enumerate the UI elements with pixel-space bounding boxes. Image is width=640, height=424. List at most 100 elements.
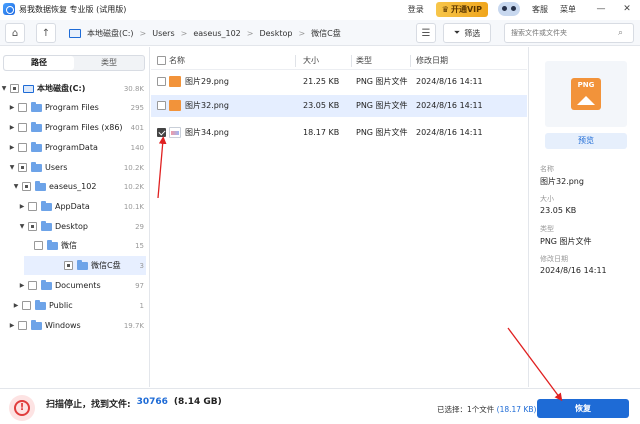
modified-value: 2024/8/16 14:11	[540, 266, 607, 275]
chevron-right-icon[interactable]: ▶	[18, 203, 26, 210]
breadcrumb-item[interactable]: Desktop	[259, 29, 292, 38]
tree-item[interactable]: ▶ Documents 97	[0, 276, 150, 295]
customer-service-link[interactable]: 客服	[532, 4, 548, 15]
chevron-right-icon[interactable]: ▶	[8, 124, 16, 131]
chevron-down-icon[interactable]: ▼	[12, 183, 20, 190]
mascot-avatar[interactable]	[498, 2, 520, 16]
chevron-down-icon[interactable]: ▼	[0, 85, 8, 92]
folder-icon	[31, 101, 42, 112]
tree-item-label: 微信	[61, 241, 77, 250]
tab-type[interactable]: 类型	[74, 56, 144, 70]
view-list-button[interactable]: ☰	[416, 23, 436, 43]
tree-checkbox[interactable]	[28, 222, 37, 231]
tree-item[interactable]: ▶ Program Files (x86) 401	[0, 118, 150, 137]
folder-icon	[47, 239, 58, 250]
tree-checkbox[interactable]	[18, 123, 27, 132]
folder-icon	[41, 220, 52, 231]
tree-checkbox[interactable]	[18, 103, 27, 112]
breadcrumb-item[interactable]: 微信C盘	[311, 28, 341, 39]
warning-icon: !	[9, 395, 35, 421]
chevron-right-icon[interactable]: ▶	[8, 322, 16, 329]
search-icon[interactable]: ⌕	[618, 28, 623, 38]
file-type: PNG 图片文件	[356, 128, 408, 137]
recover-button[interactable]: 恢复	[537, 399, 629, 418]
tree-item[interactable]: ▼ Users 10.2K	[0, 158, 150, 177]
tree-checkbox[interactable]	[18, 321, 27, 330]
file-modified: 2024/8/16 14:11	[416, 101, 483, 110]
breadcrumb-item[interactable]: 本地磁盘(C:)	[87, 28, 134, 39]
preview-button[interactable]: 预览	[545, 133, 627, 149]
breadcrumb-item[interactable]: Users	[152, 29, 174, 38]
row-checkbox[interactable]	[157, 101, 166, 110]
tree-item-count: 19.7K	[123, 321, 144, 330]
tree-checkbox[interactable]	[22, 182, 31, 191]
column-header-name[interactable]: 名称	[169, 52, 185, 70]
column-header-modified[interactable]: 修改日期	[416, 52, 448, 70]
tree-checkbox[interactable]	[34, 241, 43, 250]
tab-path[interactable]: 路径	[4, 56, 74, 70]
table-row[interactable]: 图片34.png 18.17 KB PNG 图片文件 2024/8/16 14:…	[151, 122, 527, 144]
tree-checkbox[interactable]	[28, 281, 37, 290]
tree-item[interactable]: ▶ ProgramData 140	[0, 138, 150, 157]
breadcrumb-separator: >	[298, 28, 306, 38]
row-checkbox[interactable]	[157, 77, 166, 86]
title-bar: 易我数据恢复 专业版 (试用版) 登录 ♛ 开通VIP 客服 菜单 — ✕	[0, 0, 640, 18]
tree-item[interactable]: ▶ AppData 10.1K	[0, 197, 150, 216]
tree-item-label: Users	[45, 163, 68, 172]
tree-item-count: 3	[139, 261, 144, 270]
tree-item-count: 30.8K	[123, 84, 144, 93]
row-checkbox-checked[interactable]	[157, 128, 166, 137]
chevron-down-icon[interactable]: ▼	[18, 223, 26, 230]
search-input[interactable]	[504, 23, 634, 43]
scan-status: 扫描停止，找到文件: 30766 (8.14 GB)	[46, 397, 222, 410]
tree-item[interactable]: 微信 15	[0, 236, 150, 255]
column-header-size[interactable]: 大小	[303, 52, 319, 70]
tree-item[interactable]: ▼ 本地磁盘(C:) 30.8K	[0, 79, 150, 98]
tree-checkbox[interactable]	[10, 84, 19, 93]
tree-checkbox[interactable]	[18, 143, 27, 152]
select-all-checkbox[interactable]	[157, 56, 166, 65]
file-size: 21.25 KB	[303, 77, 340, 86]
tree-item[interactable]: ▼ Desktop 29	[0, 217, 150, 236]
chevron-down-icon[interactable]: ▼	[8, 164, 16, 171]
tree-item[interactable]: ▼ easeus_102 10.2K	[0, 177, 150, 196]
tree-checkbox[interactable]	[64, 261, 73, 270]
app-title: 易我数据恢复 专业版 (试用版)	[19, 4, 127, 14]
home-button[interactable]: ⌂	[5, 23, 25, 43]
chevron-right-icon[interactable]: ▶	[8, 104, 16, 111]
login-link[interactable]: 登录	[408, 4, 424, 15]
chevron-right-icon[interactable]: ▶	[8, 144, 16, 151]
breadcrumb-item[interactable]: easeus_102	[193, 29, 240, 38]
tree-item-label: Public	[49, 301, 73, 310]
filter-icon: ⏷	[453, 28, 461, 37]
column-divider[interactable]	[295, 55, 296, 67]
tree-item-label: easeus_102	[49, 182, 97, 191]
filter-button[interactable]: ⏷ 筛选	[443, 23, 491, 43]
table-row-selected[interactable]: 图片32.png 23.05 KB PNG 图片文件 2024/8/16 14:…	[151, 95, 527, 117]
vip-button[interactable]: ♛ 开通VIP	[435, 1, 488, 17]
tree-checkbox[interactable]	[18, 163, 27, 172]
tree-checkbox[interactable]	[28, 202, 37, 211]
chevron-right-icon[interactable]: ▶	[18, 282, 26, 289]
tree-item-selected[interactable]: 微信C盘 3	[24, 256, 146, 275]
menu-link[interactable]: 菜单	[560, 4, 576, 15]
image-file-icon	[169, 127, 181, 138]
tree-item[interactable]: ▶ Program Files 295	[0, 98, 150, 117]
tree-item-count: 1	[139, 301, 144, 310]
drive-icon	[69, 28, 81, 38]
tree-checkbox[interactable]	[22, 301, 31, 310]
column-header-type[interactable]: 类型	[356, 52, 372, 70]
tree-item[interactable]: ▶ Windows 19.7K	[0, 316, 150, 335]
selection-size: (18.17 KB)	[496, 405, 537, 414]
minimize-button[interactable]: —	[588, 4, 614, 14]
arrow-up-icon: ↑	[41, 27, 51, 39]
table-row[interactable]: 图片29.png 21.25 KB PNG 图片文件 2024/8/16 14:…	[151, 71, 527, 93]
folder-icon	[31, 121, 42, 132]
close-button[interactable]: ✕	[614, 4, 640, 14]
column-divider[interactable]	[410, 55, 411, 67]
chevron-right-icon[interactable]: ▶	[12, 302, 20, 309]
up-button[interactable]: ↑	[36, 23, 56, 43]
column-divider[interactable]	[351, 55, 352, 67]
toolbar: ⌂ ↑ 本地磁盘(C:) > Users > easeus_102 > Desk…	[0, 20, 640, 46]
tree-item[interactable]: ▶ Public 1	[0, 296, 150, 315]
